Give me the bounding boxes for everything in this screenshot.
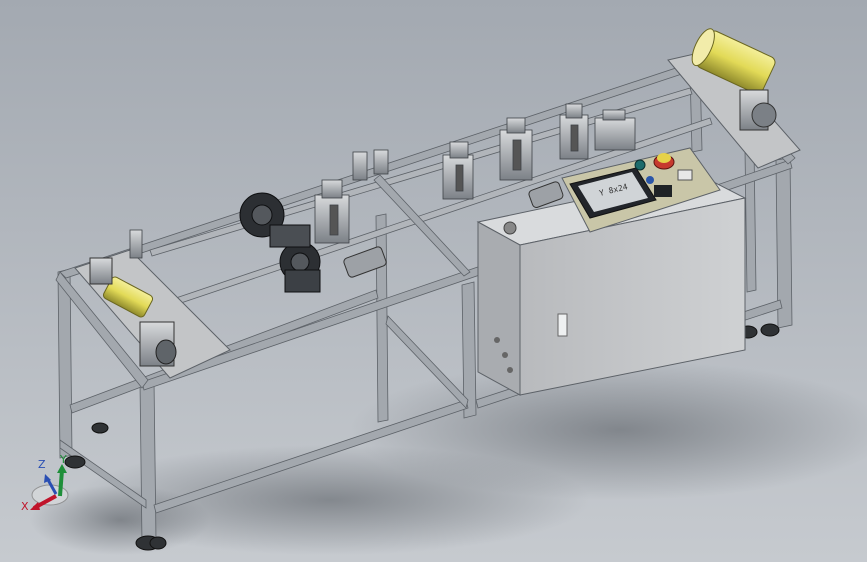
leg-mid-front bbox=[375, 213, 389, 423]
cabinet-handle bbox=[557, 313, 568, 337]
cabinet-gland bbox=[507, 367, 513, 373]
cabinet-gland bbox=[494, 337, 500, 343]
indicator-lamp-icon bbox=[634, 159, 646, 171]
axis-x-label: X bbox=[21, 500, 29, 513]
leg-front-right bbox=[139, 379, 157, 544]
axis-y-label: Y bbox=[59, 453, 67, 466]
cad-viewport[interactable]: Y 8x24 X Y Z bbox=[0, 0, 867, 562]
selector-switch bbox=[654, 185, 672, 197]
cabinet-port bbox=[503, 221, 517, 235]
cabinet-gland bbox=[502, 352, 508, 358]
machine-assembly-view: Y 8x24 X Y Z bbox=[0, 0, 867, 562]
indicator-lamp-icon bbox=[646, 176, 654, 184]
bracket-left bbox=[89, 257, 113, 285]
label-plate bbox=[677, 169, 693, 181]
axis-z-label: Z bbox=[38, 458, 46, 471]
leg-rear-left bbox=[744, 147, 757, 293]
